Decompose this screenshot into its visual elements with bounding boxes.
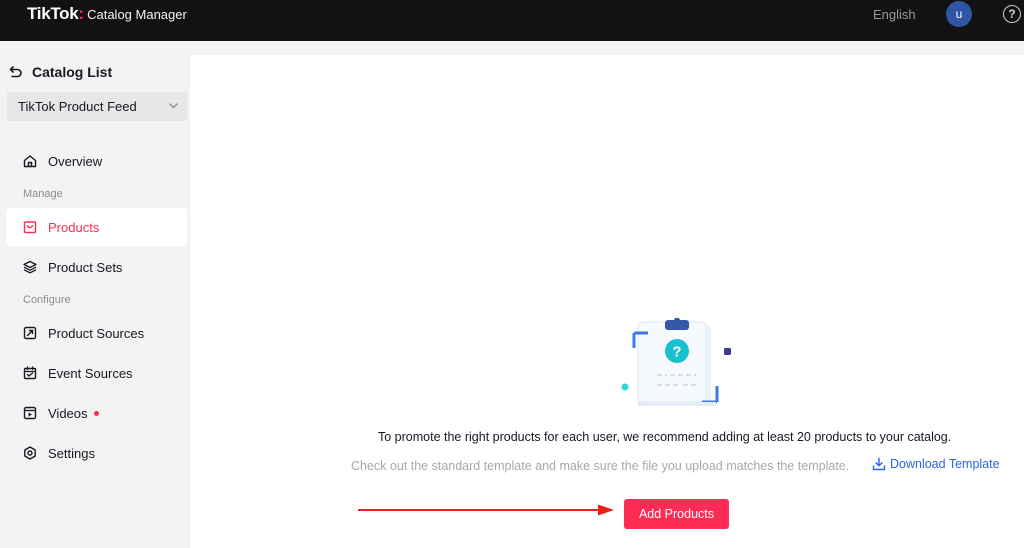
product-name: Catalog Manager xyxy=(87,7,187,22)
calendar-icon xyxy=(22,365,38,381)
chevron-down-icon xyxy=(169,103,178,109)
catalog-list-label: Catalog List xyxy=(32,64,113,80)
main-content xyxy=(190,55,1024,548)
sidebar-item-product-sets[interactable]: Product Sets xyxy=(6,248,187,286)
red-arrow-annotation xyxy=(358,504,614,516)
sidebar-item-overview[interactable]: Overview xyxy=(6,142,187,180)
settings-icon xyxy=(22,445,38,461)
logo-colon: : xyxy=(78,4,85,23)
svg-text:?: ? xyxy=(672,344,681,361)
back-to-catalog-list[interactable]: Catalog List xyxy=(9,64,112,80)
content-top-gap xyxy=(190,41,1024,55)
sidebar-item-settings[interactable]: Settings xyxy=(6,434,187,472)
bag-icon xyxy=(22,219,38,235)
layers-icon xyxy=(22,259,38,275)
download-template-label: Download Template xyxy=(890,457,1000,471)
add-products-button[interactable]: Add Products xyxy=(624,499,729,529)
section-configure: Configure xyxy=(23,294,71,306)
source-icon xyxy=(22,325,38,341)
sidebar-item-label: Videos xyxy=(48,405,88,421)
video-icon xyxy=(22,405,38,421)
sidebar-item-label: Settings xyxy=(48,445,95,461)
sidebar-item-label: Product Sources xyxy=(48,325,145,341)
catalog-select[interactable]: TikTok Product Feed xyxy=(7,92,187,121)
sidebar-item-label: Products xyxy=(48,219,100,235)
empty-state-message: To promote the right products for each u… xyxy=(378,430,952,444)
brand[interactable]: TikTok: Catalog Manager xyxy=(27,4,187,24)
sidebar-item-label: Product Sets xyxy=(48,259,123,275)
question-circle-icon[interactable]: ? xyxy=(1003,5,1021,23)
sidebar-item-label: Event Sources xyxy=(48,365,133,381)
sidebar-item-products[interactable]: Products xyxy=(6,208,187,246)
top-bar: TikTok: Catalog Manager English u ? xyxy=(0,0,1024,41)
back-arrow-icon xyxy=(9,66,22,78)
download-template-link[interactable]: Download Template xyxy=(872,457,1000,471)
sidebar-item-product-sources[interactable]: Product Sources xyxy=(6,314,187,352)
sidebar-item-videos[interactable]: Videos xyxy=(6,394,187,432)
language-selector[interactable]: English xyxy=(873,7,916,22)
empty-catalog-illustration: ? xyxy=(621,318,731,406)
home-icon xyxy=(22,153,38,169)
sidebar-item-event-sources[interactable]: Event Sources xyxy=(6,354,187,392)
catalog-select-value: TikTok Product Feed xyxy=(18,99,137,114)
new-badge-dot xyxy=(93,410,99,416)
avatar[interactable]: u xyxy=(946,1,972,27)
download-icon xyxy=(872,457,886,471)
section-manage: Manage xyxy=(23,188,63,200)
sidebar-item-label: Overview xyxy=(48,153,103,169)
tiktok-logo: TikTok xyxy=(27,4,79,23)
template-hint: Check out the standard template and make… xyxy=(351,459,850,473)
